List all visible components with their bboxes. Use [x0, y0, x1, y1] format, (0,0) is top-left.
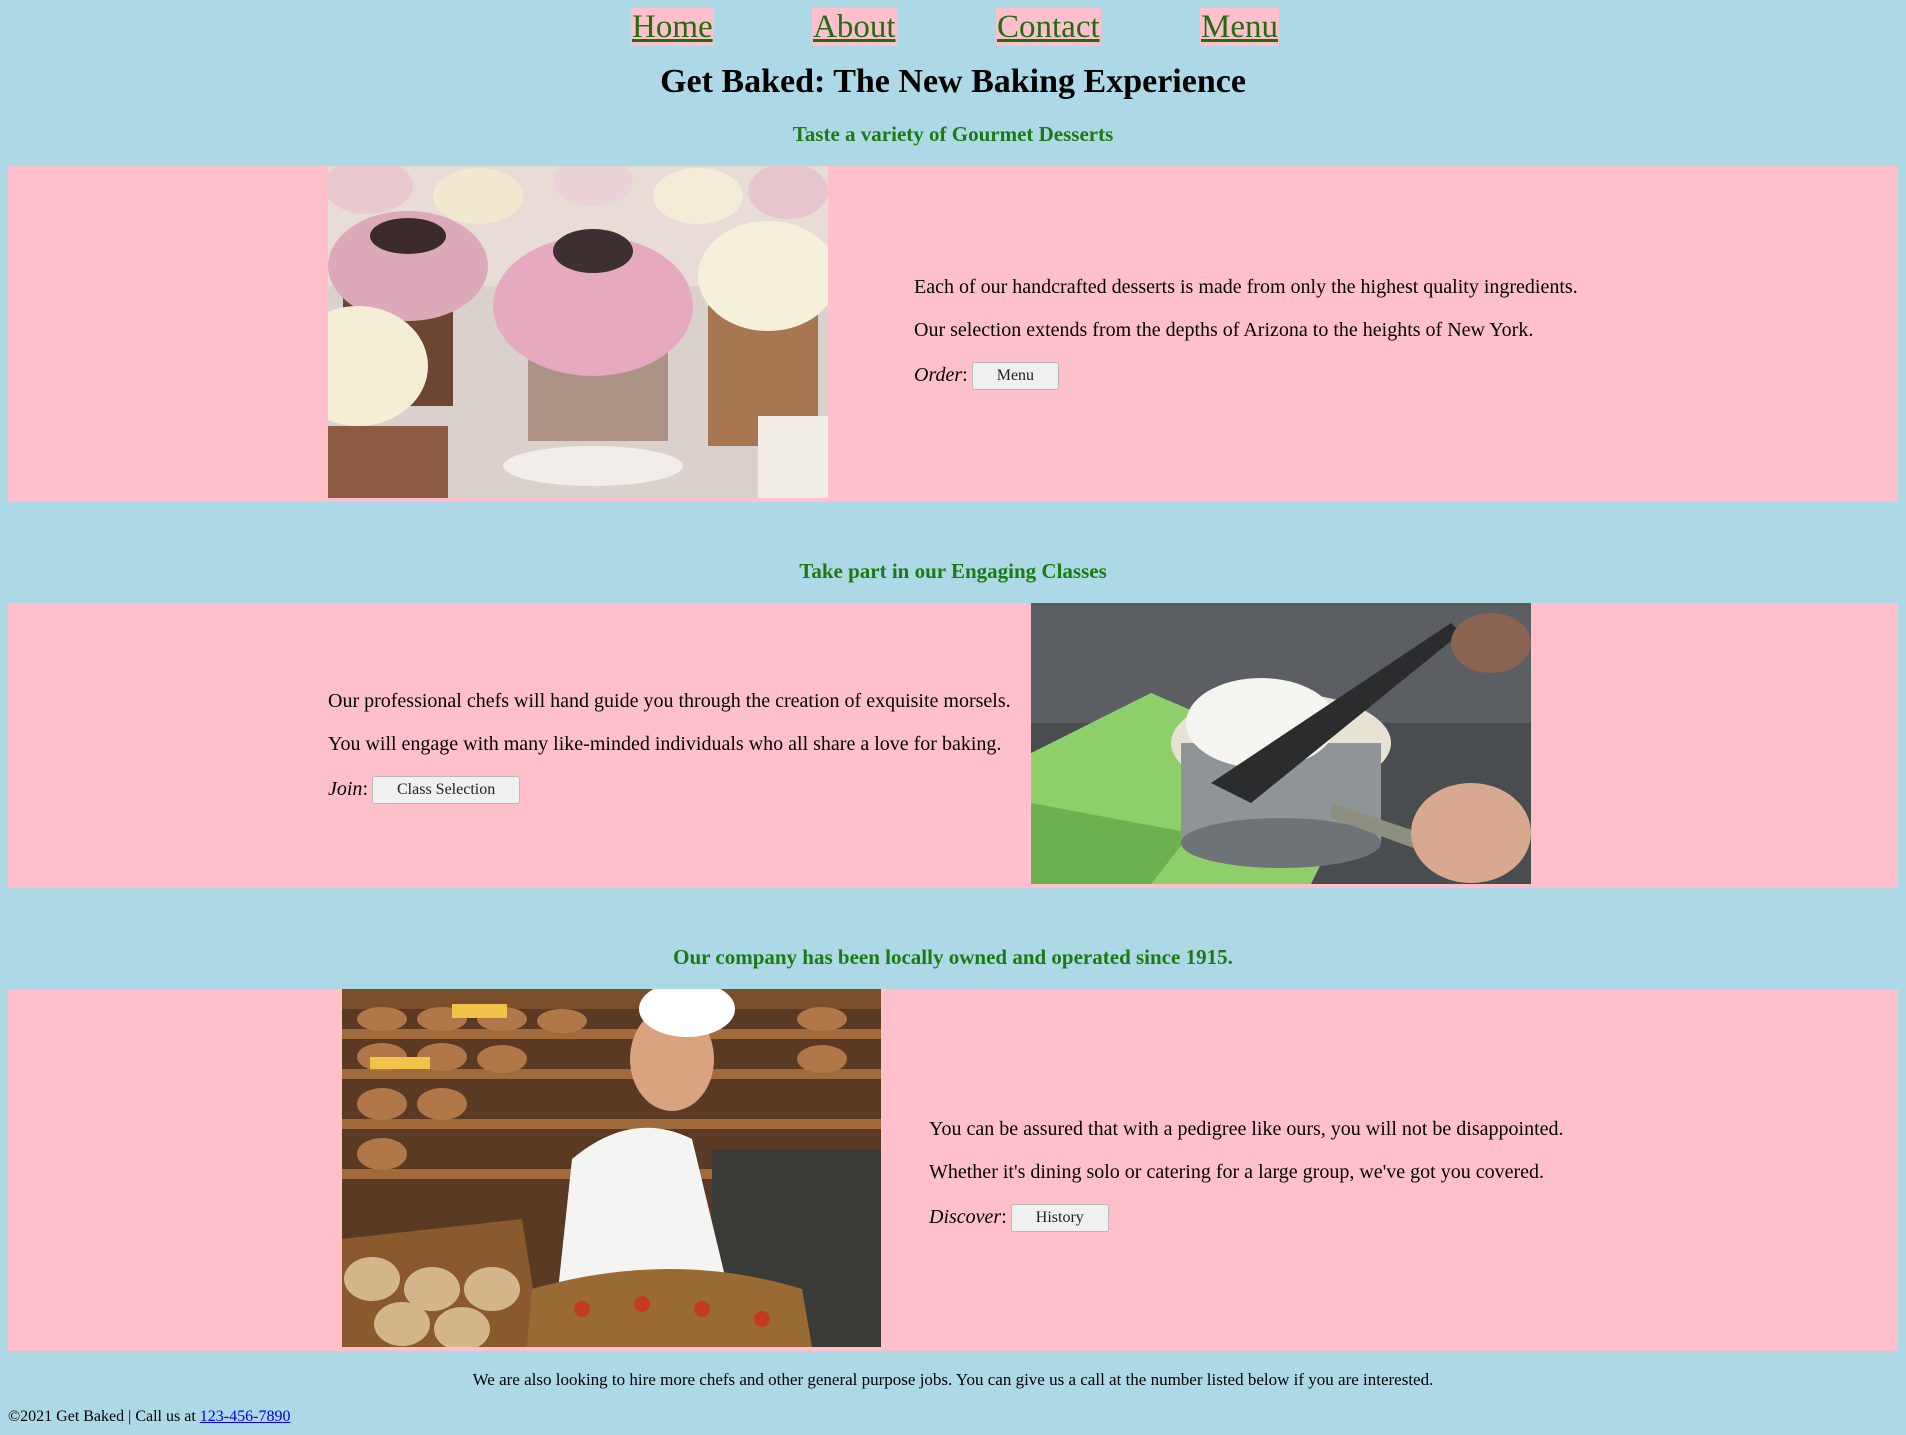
discover-label: Discover	[929, 1206, 1002, 1228]
class-selection-button[interactable]: Class Selection	[372, 775, 521, 804]
section-line: Each of our handcrafted desserts is made…	[914, 276, 1578, 298]
hiring-notice: We are also looking to hire more chefs a…	[472, 1370, 1434, 1389]
section-heading-desserts: Taste a variety of Gourmet Desserts	[792, 122, 1114, 146]
join-colon: :	[362, 778, 368, 800]
section-text-classes: Our professional chefs will hand guide y…	[328, 680, 1011, 813]
page: Home About Contact Menu Get Baked: The N…	[0, 0, 1906, 1435]
page-title: Get Baked: The New Baking Experience	[660, 63, 1246, 100]
discover-row: Discover: History	[929, 1194, 1564, 1241]
top-nav: Home About Contact Menu	[0, 4, 1906, 50]
section-line: You can be assured that with a pedigree …	[929, 1118, 1564, 1140]
section-line: Whether it's dining solo or catering for…	[929, 1161, 1544, 1183]
section-line: Our selection extends from the depths of…	[914, 319, 1534, 341]
join-row: Join: Class Selection	[328, 766, 1011, 813]
section-panel-classes: Our professional chefs will hand guide y…	[8, 603, 1898, 888]
order-label: Order	[914, 364, 963, 386]
section-panel-history: You can be assured that with a pedigree …	[8, 989, 1898, 1351]
measuring-cup-photo	[1031, 603, 1531, 884]
history-button[interactable]: History	[1010, 1203, 1109, 1232]
order-colon: :	[962, 364, 968, 386]
section-heading-classes: Take part in our Engaging Classes	[799, 559, 1107, 583]
menu-button[interactable]: Menu	[971, 361, 1060, 390]
discover-colon: :	[1001, 1206, 1007, 1228]
nav-link-home[interactable]: Home	[631, 8, 714, 46]
section-text-history: You can be assured that with a pedigree …	[929, 1108, 1564, 1241]
order-row: Order: Menu	[914, 352, 1578, 399]
footer-copyright: ©2021 Get Baked | Call us at	[8, 1408, 200, 1425]
footer-phone-link[interactable]: 123-456-7890	[200, 1408, 291, 1425]
baker-photo	[342, 989, 881, 1347]
nav-link-contact[interactable]: Contact	[996, 8, 1101, 46]
footer: ©2021 Get Baked | Call us at 123-456-789…	[8, 1407, 290, 1427]
section-panel-desserts: Each of our handcrafted desserts is made…	[8, 166, 1898, 502]
section-line: Our professional chefs will hand guide y…	[328, 690, 1011, 712]
section-heading-history: Our company has been locally owned and o…	[673, 945, 1233, 969]
join-label: Join	[328, 778, 363, 800]
cupcakes-photo	[328, 166, 828, 498]
section-line: You will engage with many like-minded in…	[328, 733, 1002, 755]
nav-link-menu[interactable]: Menu	[1200, 8, 1279, 46]
nav-link-about[interactable]: About	[812, 8, 897, 46]
section-text-desserts: Each of our handcrafted desserts is made…	[914, 266, 1578, 399]
